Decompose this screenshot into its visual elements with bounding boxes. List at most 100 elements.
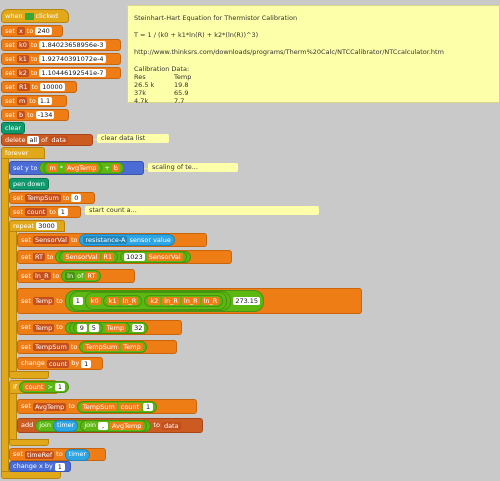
var-dropdown[interactable]: TempSum (24, 194, 61, 202)
value-input[interactable]: 1 (57, 208, 68, 216)
value-input[interactable]: 1023 (124, 253, 145, 261)
repeat-block[interactable]: repeat 3000 (9, 220, 65, 232)
value-input[interactable]: 1.1 (37, 97, 53, 105)
var-rt[interactable]: RT (85, 272, 98, 280)
list-dropdown[interactable]: data (49, 136, 69, 144)
value-input[interactable]: 1.84023658956e-3 (39, 41, 106, 49)
ln-of-operator[interactable]: ln of RT (61, 270, 102, 282)
var-m[interactable]: m (47, 164, 58, 172)
value-input[interactable]: 32 (132, 323, 145, 332)
var-k2[interactable]: k2 (148, 297, 161, 305)
value-input[interactable]: 0 (71, 194, 82, 202)
divide-operator[interactable]: 1 k0 k1 ln_R k2 ln_R ln_R ln_R (68, 291, 232, 311)
sensor-dropdown[interactable]: resistance-A (83, 236, 128, 244)
var-temp[interactable]: Temp (104, 323, 127, 332)
var-r1[interactable]: R1 (101, 253, 115, 261)
minus-operator[interactable]: 1 k0 k1 ln_R k2 ln_R ln_R ln_R 273.15 (64, 290, 265, 312)
var-dropdown[interactable]: k2 (16, 69, 29, 77)
var-avgtemp[interactable]: AvgTemp (110, 421, 144, 430)
var-avgtemp[interactable]: AvgTemp (65, 164, 99, 172)
value-input[interactable]: 9 (76, 323, 87, 332)
var-k1[interactable]: k1 (106, 297, 119, 305)
var-dropdown[interactable]: Temp (32, 297, 55, 305)
value-input[interactable]: 1 (143, 402, 154, 411)
set-k0-block[interactable]: set k0 to 1.84023658956e-3 (1, 39, 121, 51)
change-x-block[interactable]: change x by 1 (9, 461, 71, 472)
repeat-count-input[interactable]: 3000 (36, 222, 57, 230)
minus-operator[interactable]: 1023 SensorVal (120, 251, 187, 263)
main-comment[interactable]: Steinhart-Hart Equation for Thermistor C… (127, 5, 500, 105)
var-dropdown[interactable]: RT (32, 253, 45, 261)
var-tempsum[interactable]: TempSum (80, 402, 117, 411)
set-count-block[interactable]: set count to 1 (9, 206, 81, 218)
var-dropdown[interactable]: k1 (16, 55, 29, 63)
timer-reporter[interactable]: timer (52, 419, 79, 432)
var-dropdown[interactable]: SensorVal (32, 236, 69, 244)
sensor-value-reporter[interactable]: resistance-A sensor value (79, 234, 175, 246)
multiply-operator[interactable]: m * AvgTemp (43, 162, 103, 174)
var-dropdown[interactable]: TempSum (32, 343, 69, 351)
var-lnr[interactable]: ln_R (120, 297, 139, 305)
multiply-operator[interactable]: k2 ln_R ln_R ln_R (144, 295, 224, 307)
value-input[interactable]: 1.10446192541e-7 (39, 69, 106, 77)
change-count-block[interactable]: change count by 1 (17, 357, 103, 370)
list-dropdown[interactable]: data (161, 421, 181, 430)
set-timeref-block[interactable]: set timeRef to timer (9, 448, 106, 461)
var-tempsum[interactable]: TempSum (83, 343, 120, 351)
multiply-operator[interactable]: k1 ln_R (102, 295, 143, 307)
set-r1-block[interactable]: set R1 to 10000 (1, 81, 77, 93)
var-temp[interactable]: Temp (121, 343, 143, 351)
add-to-list-block[interactable]: add join timer join , AvgTemp to data (17, 418, 203, 433)
multiply-operator[interactable]: 9 5 Temp (68, 321, 131, 334)
join-operator[interactable]: join timer join , AvgTemp (35, 419, 152, 432)
value-input[interactable]: -134 (35, 111, 55, 119)
set-rt-block[interactable]: set RT to SensorVal R1 1023 SensorVal (17, 250, 232, 264)
var-dropdown[interactable]: count (24, 208, 48, 216)
var-b[interactable]: b (111, 164, 121, 172)
var-sensorval[interactable]: SensorVal (146, 253, 183, 261)
divide-operator[interactable]: TempSum count 1 (76, 400, 158, 413)
set-temp-steinhart-block[interactable]: set Temp to 1 k0 k1 ln_R k2 ln_R ln_R ln… (17, 288, 362, 314)
plus-operator[interactable]: 9 5 Temp 32 (64, 321, 149, 334)
value-input[interactable]: 1 (72, 297, 83, 305)
var-dropdown[interactable]: k0 (16, 41, 29, 49)
var-dropdown[interactable]: AvgTemp (32, 402, 67, 411)
var-dropdown[interactable]: timeRef (24, 450, 55, 459)
set-k1-block[interactable]: set k1 to 1.92740391072e-4 (1, 53, 121, 65)
value-input[interactable]: 1 (81, 359, 92, 368)
var-count[interactable]: count (23, 383, 46, 391)
set-m-block[interactable]: set m to 1.1 (1, 95, 67, 107)
multiply-operator[interactable]: SensorVal R1 (59, 251, 119, 263)
comment-start-count[interactable]: start count a... (85, 206, 319, 215)
plus-operator[interactable]: m * AvgTemp + b (39, 162, 125, 174)
index-input[interactable]: all (27, 136, 40, 144)
when-flag-clicked-hat[interactable]: when clicked (1, 9, 69, 23)
var-k0[interactable]: k0 (88, 297, 101, 305)
set-x-block[interactable]: set x to 240 (1, 25, 63, 37)
join-operator[interactable]: join , AvgTemp (80, 419, 148, 432)
var-lnr[interactable]: ln_R (181, 297, 200, 305)
var-dropdown[interactable]: b (16, 111, 26, 119)
set-temp-fahrenheit-block[interactable]: set Temp to 9 5 Temp 32 (17, 320, 182, 335)
var-dropdown[interactable]: Temp (32, 323, 55, 332)
greater-than-operator[interactable]: count > 1 (19, 381, 69, 393)
function-dropdown[interactable]: ln (65, 272, 76, 280)
value-input[interactable]: 240 (35, 27, 52, 35)
value-input[interactable]: 273.15 (233, 297, 261, 305)
set-avgtemp-block[interactable]: set AvgTemp to TempSum count 1 (17, 399, 197, 414)
comment-scaling[interactable]: scaling of te... (148, 163, 238, 172)
set-k2-block[interactable]: set k2 to 1.10446192541e-7 (1, 67, 121, 79)
var-lnr[interactable]: ln_R (162, 297, 180, 305)
var-count[interactable]: count (118, 402, 142, 411)
timer-reporter[interactable]: timer (64, 448, 91, 461)
var-dropdown[interactable]: x (16, 27, 25, 35)
value-input[interactable]: 1 (54, 462, 65, 471)
set-sensorval-block[interactable]: set SensorVal to resistance-A sensor val… (17, 233, 207, 247)
set-b-block[interactable]: set b to -134 (1, 109, 69, 121)
plus-operator[interactable]: k0 k1 ln_R k2 ln_R ln_R ln_R (84, 292, 228, 310)
value-input[interactable]: , (98, 421, 109, 430)
set-lnr-block[interactable]: set ln_R to ln of RT (17, 269, 135, 283)
value-input[interactable]: 10000 (40, 83, 65, 91)
var-dropdown[interactable]: ln_R (32, 272, 51, 280)
var-lnr[interactable]: ln_R (201, 297, 220, 305)
